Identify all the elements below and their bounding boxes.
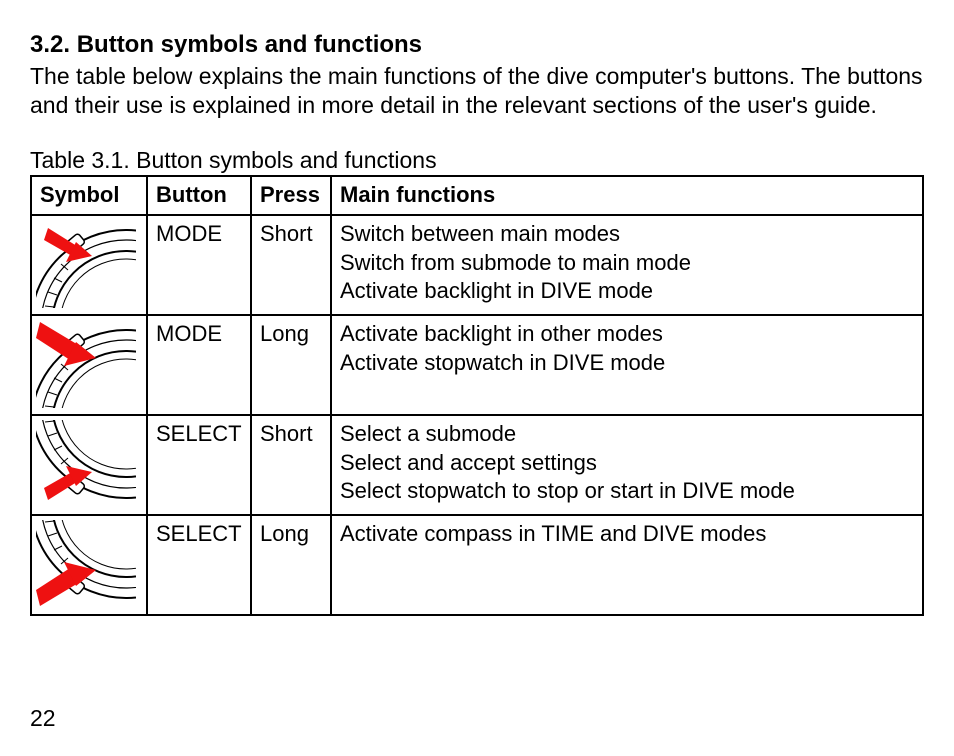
col-header-symbol: Symbol (31, 176, 147, 215)
col-header-main-functions: Main functions (331, 176, 923, 215)
watch-button-select-short-icon (36, 420, 136, 508)
symbol-cell (31, 415, 147, 515)
main-functions: Switch between main modes Switch from su… (331, 215, 923, 315)
intro-paragraph: The table below explains the main functi… (30, 62, 924, 120)
symbol-cell (31, 315, 147, 415)
button-functions-table: Symbol Button Press Main functions (30, 175, 924, 616)
press-type: Short (251, 215, 331, 315)
table-caption: Table 3.1. Button symbols and functions (30, 146, 924, 176)
button-name: MODE (147, 215, 251, 315)
function-line: Switch between main modes (340, 220, 914, 249)
button-name: MODE (147, 315, 251, 415)
function-line: Activate backlight in other modes (340, 320, 914, 349)
function-line: Activate stopwatch in DIVE mode (340, 349, 914, 378)
function-line: Select and accept settings (340, 449, 914, 478)
col-header-press: Press (251, 176, 331, 215)
function-line: Activate backlight in DIVE mode (340, 277, 914, 306)
table-row: MODE Short Switch between main modes Swi… (31, 215, 923, 315)
button-name: SELECT (147, 515, 251, 615)
main-functions: Select a submode Select and accept setti… (331, 415, 923, 515)
page: 3.2. Button symbols and functions The ta… (0, 0, 954, 756)
table-header-row: Symbol Button Press Main functions (31, 176, 923, 215)
section-title-text: Button symbols and functions (77, 31, 422, 58)
press-type: Long (251, 515, 331, 615)
button-name: SELECT (147, 415, 251, 515)
page-number: 22 (30, 705, 56, 732)
function-line: Select stopwatch to stop or start in DIV… (340, 477, 914, 506)
col-header-button: Button (147, 176, 251, 215)
table-row: SELECT Short Select a submode Select and… (31, 415, 923, 515)
watch-button-mode-short-icon (36, 220, 136, 308)
main-functions: Activate compass in TIME and DIVE modes (331, 515, 923, 615)
function-line: Select a submode (340, 420, 914, 449)
press-type: Long (251, 315, 331, 415)
watch-button-select-long-icon (36, 520, 136, 608)
main-functions: Activate backlight in other modes Activa… (331, 315, 923, 415)
section-heading: 3.2. Button symbols and functions (30, 30, 924, 60)
press-type: Short (251, 415, 331, 515)
function-line: Switch from submode to main mode (340, 249, 914, 278)
table-row: SELECT Long Activate compass in TIME and… (31, 515, 923, 615)
section-number: 3.2. (30, 31, 70, 58)
watch-button-mode-long-icon (36, 320, 136, 408)
symbol-cell (31, 515, 147, 615)
function-line: Activate compass in TIME and DIVE modes (340, 520, 914, 549)
table-row: MODE Long Activate backlight in other mo… (31, 315, 923, 415)
symbol-cell (31, 215, 147, 315)
